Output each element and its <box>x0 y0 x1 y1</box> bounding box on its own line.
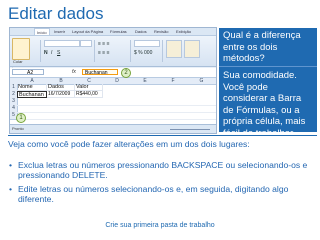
paste-label: Colar <box>13 59 23 64</box>
ribbon-divider <box>162 40 163 62</box>
align-icon[interactable]: ≡ ≡ ≡ <box>98 50 110 56</box>
bullet-icon: • <box>9 184 13 194</box>
list-item: • Edite letras ou números selecionando-os… <box>8 184 308 204</box>
grid-line <box>17 105 216 106</box>
status-bar: Pronto <box>10 124 216 133</box>
ribbon-divider <box>94 40 95 62</box>
ribbon-divider <box>40 40 41 62</box>
divider-line <box>8 135 317 136</box>
paste-button[interactable] <box>12 38 30 60</box>
zoom-slider[interactable] <box>170 129 210 130</box>
fx-label[interactable]: fx <box>72 69 76 75</box>
callout-1-marker: 1 <box>16 113 26 123</box>
grid-line <box>17 112 216 113</box>
tab-inicio[interactable]: Início <box>34 28 50 35</box>
bold-icon[interactable]: N <box>44 50 48 56</box>
bullet-text: Edite letras ou números selecionando-os … <box>18 184 289 204</box>
cell-a1[interactable]: Nome <box>17 84 47 91</box>
column-header[interactable]: F <box>159 78 188 85</box>
cell-c1[interactable]: Valor <box>75 84 103 91</box>
ribbon: Colar N I S ≡ ≡ ≡ ≡ ≡ ≡ $ % 000 Área de … <box>10 36 216 72</box>
excel-screenshot: Início Inserir Layout da Página Fórmulas… <box>9 27 217 134</box>
tab-inserir[interactable]: Inserir <box>54 28 65 35</box>
cell-a2[interactable]: Buchanan <box>17 91 47 98</box>
slide-title: Editar dados <box>8 4 104 23</box>
status-text: Pronto <box>12 126 24 131</box>
cell-b2[interactable]: 16/7/2009 <box>47 91 75 98</box>
tab-formulas[interactable]: Fórmulas <box>110 28 127 35</box>
column-header[interactable]: G <box>187 78 216 85</box>
grid-line <box>17 119 216 120</box>
callout-2: 2 <box>121 68 131 78</box>
currency-icon[interactable]: $ % 000 <box>134 50 152 56</box>
font-name-select[interactable] <box>44 40 80 47</box>
question-box: Qual é a diferença entre os dois métodos… <box>219 28 317 66</box>
bullet-list: • Exclua letras ou números pressionando B… <box>8 160 308 208</box>
align-icon[interactable]: ≡ ≡ ≡ <box>98 41 110 47</box>
tab-revisao[interactable]: Revisão <box>154 28 168 35</box>
conditional-format-icon[interactable] <box>166 40 182 58</box>
name-box[interactable]: A2 <box>12 69 44 76</box>
tab-layout[interactable]: Layout da Página <box>72 28 103 35</box>
column-header[interactable]: E <box>131 78 160 85</box>
cell-b1[interactable]: Dados <box>47 84 75 91</box>
tab-exibicao[interactable]: Exibição <box>176 28 191 35</box>
font-size-select[interactable] <box>80 40 92 47</box>
ribbon-tabs: Início Inserir Layout da Página Fórmulas… <box>10 28 216 36</box>
cell-styles-icon[interactable] <box>184 40 200 58</box>
bullet-text: Exclua letras ou números pressionando BA… <box>18 160 308 180</box>
bullet-icon: • <box>9 160 13 170</box>
formula-input[interactable]: Buchanan <box>82 69 118 76</box>
list-item: • Exclua letras ou números pressionando B… <box>8 160 308 180</box>
formula-bar: A2 fx Buchanan 2 <box>10 68 216 78</box>
tab-dados[interactable]: Dados <box>135 28 147 35</box>
cell-c2[interactable]: R$440,00 <box>75 91 103 98</box>
italic-icon[interactable]: I <box>51 50 52 56</box>
column-header[interactable]: D <box>103 78 132 85</box>
underline-icon[interactable]: S <box>57 50 60 56</box>
ribbon-divider <box>130 40 131 62</box>
intro-text: Veja como você pode fazer alterações em … <box>8 139 250 149</box>
number-format-select[interactable] <box>134 40 160 47</box>
answer-box: Sua comodidade. Você pode considerar a B… <box>219 66 317 139</box>
footer-text: Crie sua primeira pasta de trabalho <box>105 222 215 229</box>
